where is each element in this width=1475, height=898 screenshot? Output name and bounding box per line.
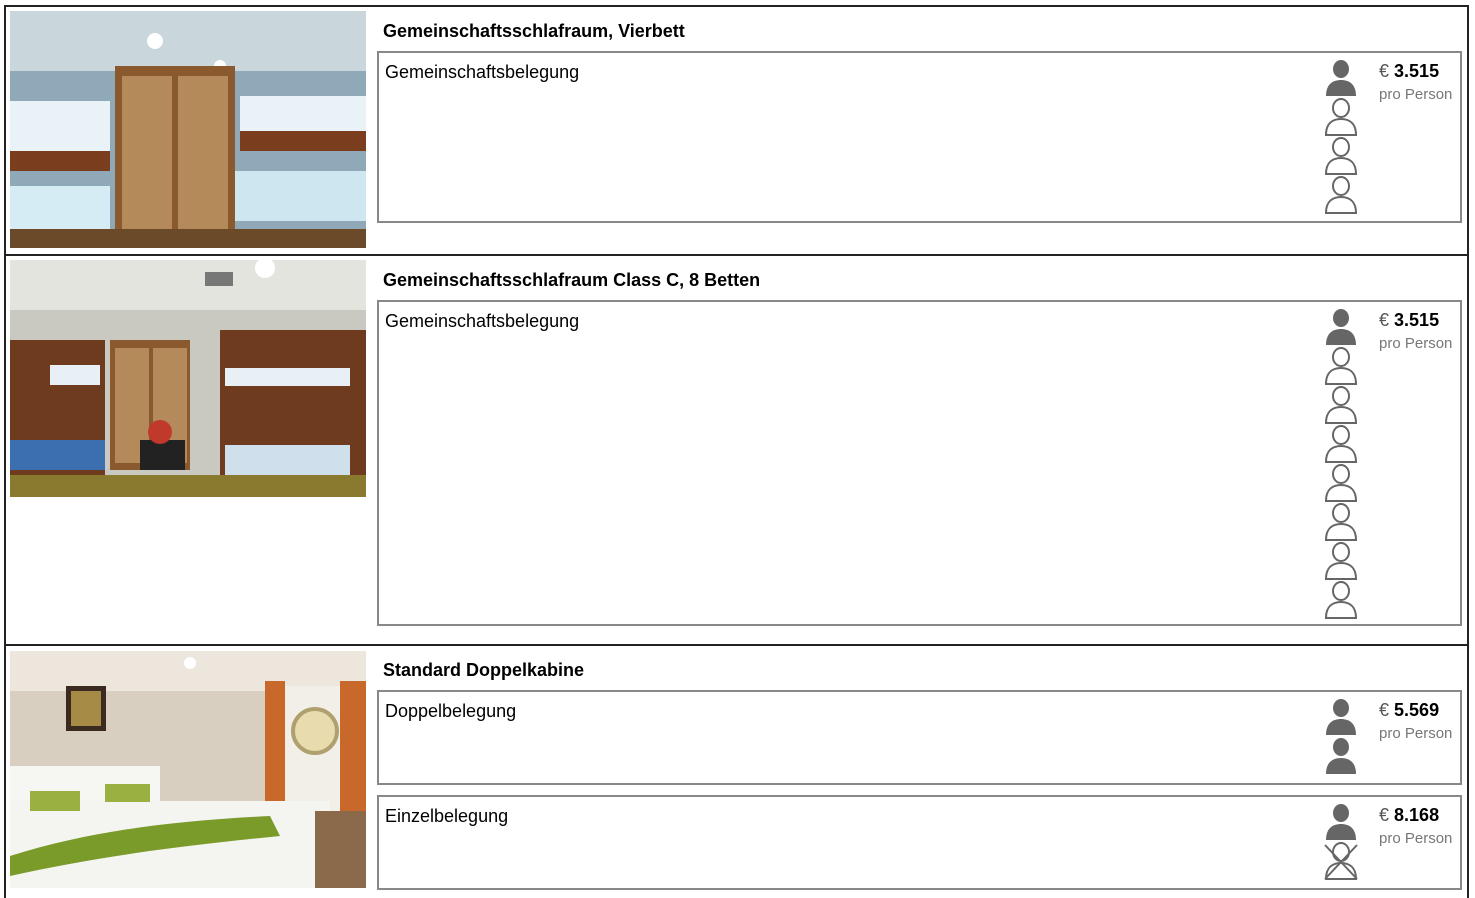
cabin-title: Standard Doppelkabine [383, 660, 585, 680]
cabin-title: Gemeinschaftsschlafraum, Vierbett [383, 21, 685, 41]
person-icons [1323, 308, 1359, 620]
price-value: 8.168 [1394, 805, 1440, 825]
person-outline-icon [1323, 137, 1359, 176]
price-block: € 8.168 pro Person [1379, 805, 1452, 847]
currency-symbol: € [1379, 310, 1390, 330]
person-outline-icon [1323, 386, 1359, 425]
cabin-photo-dormitory[interactable] [10, 260, 366, 497]
occupancy-label: Gemeinschaftsbelegung [385, 62, 580, 82]
person-icons [1323, 698, 1359, 776]
person-outline-icon [1323, 464, 1359, 503]
person-outline-icon [1323, 425, 1359, 464]
person-outline-icon [1323, 98, 1359, 137]
occupancy-option[interactable]: Einzelbelegung € 8.168 pro Person [377, 795, 1462, 890]
occupancy-label: Einzelbelegung [385, 806, 509, 826]
person-filled-icon [1323, 737, 1359, 776]
person-outline-icon [1323, 347, 1359, 386]
cabin-card: Standard Doppelkabine Doppelbelegung € 5… [4, 646, 1469, 898]
currency-symbol: € [1379, 700, 1390, 720]
cabin-card: Gemeinschaftsschlafraum, Vierbett Gemein… [4, 5, 1469, 256]
cabin-title: Gemeinschaftsschlafraum Class C, 8 Bette… [383, 270, 761, 290]
person-filled-icon [1323, 59, 1359, 98]
person-filled-icon [1323, 698, 1359, 737]
person-outline-icon [1323, 503, 1359, 542]
person-crossed-icon [1323, 842, 1359, 881]
price-per-person: pro Person [1379, 725, 1453, 742]
person-filled-icon [1323, 803, 1359, 842]
price-per-person: pro Person [1379, 830, 1453, 847]
cabin-photo-double-cabin[interactable] [10, 651, 366, 888]
occupancy-option[interactable]: Doppelbelegung € 5.569 pro Person [377, 690, 1462, 785]
person-filled-icon [1323, 308, 1359, 347]
price-block: € 3.515 pro Person [1379, 61, 1452, 103]
price-block: € 5.569 pro Person [1379, 700, 1452, 742]
occupancy-label: Gemeinschaftsbelegung [385, 311, 580, 331]
occupancy-option[interactable]: Gemeinschaftsbelegung € 3.515 pro Person [377, 51, 1462, 223]
cabin-photo-bunk-room[interactable] [10, 11, 366, 248]
person-outline-icon [1323, 581, 1359, 620]
price-value: 3.515 [1394, 310, 1440, 330]
currency-symbol: € [1379, 805, 1390, 825]
person-outline-icon [1323, 176, 1359, 215]
occupancy-option[interactable]: Gemeinschaftsbelegung € 3.515 pro Person [377, 300, 1462, 626]
price-value: 5.569 [1394, 700, 1440, 720]
price-value: 3.515 [1394, 61, 1440, 81]
price-block: € 3.515 pro Person [1379, 310, 1452, 352]
person-icons [1323, 803, 1359, 881]
person-icons [1323, 59, 1359, 215]
occupancy-label: Doppelbelegung [385, 701, 517, 721]
price-per-person: pro Person [1379, 335, 1453, 352]
price-per-person: pro Person [1379, 86, 1453, 103]
currency-symbol: € [1379, 61, 1390, 81]
cabin-card: Gemeinschaftsschlafraum Class C, 8 Bette… [4, 256, 1469, 646]
person-outline-icon [1323, 542, 1359, 581]
